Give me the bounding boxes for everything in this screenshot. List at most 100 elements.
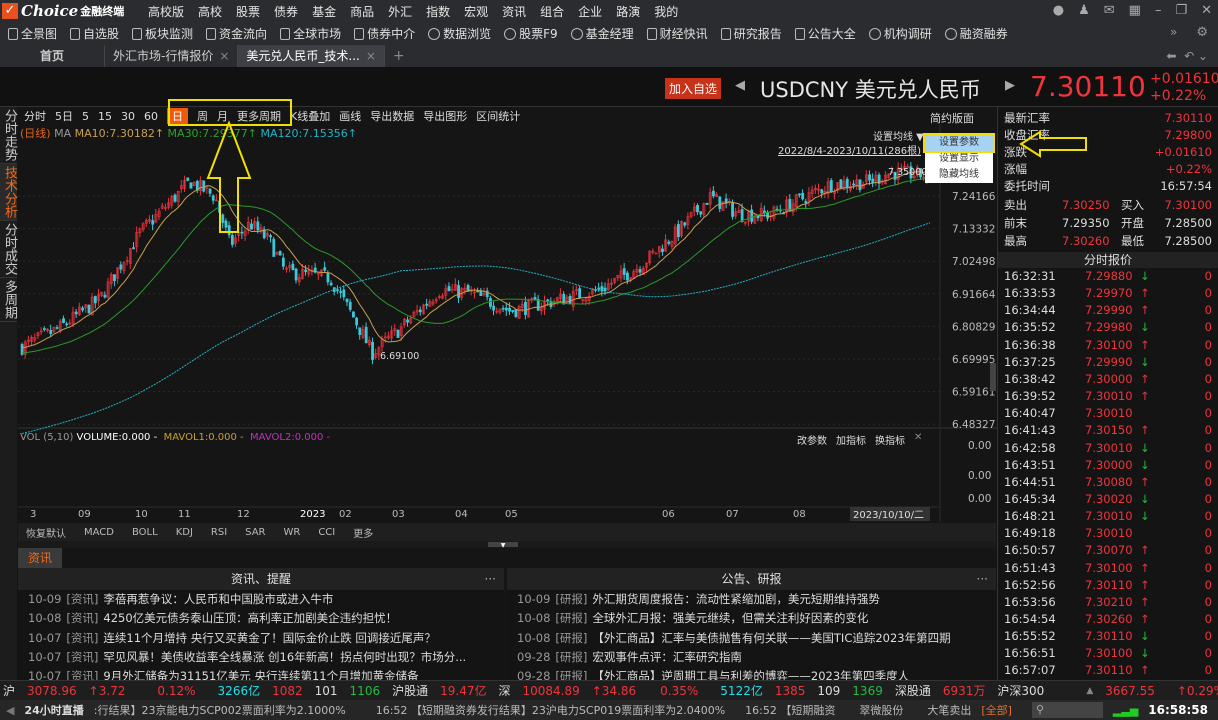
side-tab[interactable]: 技术分析 [0,164,17,221]
candle[interactable] [868,174,871,181]
candle[interactable] [638,269,642,273]
candle[interactable] [705,203,709,205]
news-title[interactable]: 【外汇商品】逆周期工具与利差的博弈——2023年第四季度人 [592,669,909,680]
add-indicator-button[interactable]: 加指标 [836,432,866,447]
candle[interactable] [272,238,276,257]
new-tab-button[interactable]: + [385,45,413,67]
side-tab[interactable]: 分时走势 [0,107,17,164]
menu-item[interactable]: 组合 [540,3,564,20]
menu-item[interactable]: 企业 [578,3,602,20]
restore-icon[interactable]: ❐ [1175,3,1187,18]
toolbar-item[interactable]: 研究报告 [720,25,782,42]
candle[interactable] [626,272,629,281]
candle[interactable] [603,287,607,291]
news-item[interactable]: 10-08 [研报] 【外汇商品】汇率与美债抛售有何关联——美国TIC追踪2023年… [507,629,996,648]
kline-chart[interactable]: 7.24166 7.13332 7.02498 6.91664 6.80829 6.699… [18,107,998,547]
news-item[interactable]: 10-07 [资讯] 罕见风暴！美债收益率全线暴涨 创16年新高！拐点何时出现？市场… [18,648,504,667]
more-icon[interactable]: ··· [977,568,988,590]
candle[interactable] [489,298,492,307]
splitter[interactable]: ▼ [18,541,996,549]
candle[interactable] [113,274,116,282]
collapse-icon[interactable]: ▼ [488,542,518,549]
speaker-icon[interactable]: ◀ [6,704,14,717]
toolbar-item[interactable]: 股票F9 [504,25,558,42]
toolbar-item[interactable]: 板块监测 [132,25,193,42]
more-icon[interactable]: » [1170,25,1177,39]
candle[interactable] [504,307,508,311]
news-item[interactable]: 10-08 [资讯] 4250亿美元债务泰山压顶：高利率正加剧美企违约担忧！ [18,609,504,628]
candle[interactable] [103,294,107,298]
mail-icon[interactable]: ✉ [1104,3,1115,18]
candle[interactable] [189,182,193,189]
candle[interactable] [132,247,136,250]
close-tab-icon[interactable]: × [366,49,376,63]
candle[interactable] [667,241,671,244]
candle[interactable] [323,267,327,271]
news-item[interactable]: 10-09 [资讯] 李蓓再惹争议：人民币和中国股市或进入牛市 [18,590,504,609]
candle[interactable] [683,222,687,226]
menu-item[interactable]: 债券 [274,3,298,20]
toolbar-item[interactable]: 全球市场 [280,25,341,42]
candle[interactable] [677,224,680,238]
candle[interactable] [230,235,234,245]
news-item[interactable]: 09-28 [研报] 【外汇商品】逆周期工具与利差的博弈——2023年第四季度人 [507,667,996,680]
live-item[interactable]: 16:52 【短期融资 [745,702,835,718]
candle[interactable] [65,323,69,326]
news-title[interactable]: 全球外汇月报：强美元继续，但需关注利好因素的变化 [592,611,868,625]
news-item[interactable]: 10-08 [研报] 全球外汇月报：强美元继续，但需关注利好因素的变化 [507,609,996,628]
toolbar-item[interactable]: 数据浏览 [428,25,491,42]
indicator-tab[interactable]: SAR [245,527,265,538]
minimize-icon[interactable]: – [1155,3,1162,18]
candle[interactable] [342,289,346,298]
toolbar-item[interactable]: 全景图 [8,25,57,42]
live-item[interactable]: 16:52 【短期融资券发行结果】23沪电力SCP019票面利率为2.0400% [376,702,725,718]
toolbar-item[interactable]: 债券中介 [354,25,415,42]
toolbar-item[interactable]: 融资融券 [944,25,1008,42]
candle[interactable] [740,209,744,222]
grid-icon[interactable]: ▦ [1129,3,1141,18]
candle[interactable] [447,286,451,292]
settings-icon[interactable]: ⚙ [1196,25,1208,40]
candle[interactable] [62,318,65,323]
live-label[interactable]: 24小时直播 [24,702,83,718]
candle[interactable] [291,263,295,271]
candle[interactable] [696,205,699,213]
candle[interactable] [524,301,527,315]
toolbar-item[interactable]: 资金流向 [206,25,267,42]
user-icon[interactable]: ♟ [1078,3,1090,18]
news-title[interactable]: 宏观事件点评：汇率研究指南 [592,650,742,664]
candle[interactable] [820,189,824,194]
chart-range-label[interactable]: 2022/8/4-2023/10/11(286根) [778,142,921,157]
change-params-button[interactable]: 改参数 [797,432,827,447]
candle[interactable] [93,296,97,304]
tab-home[interactable]: 首页 [0,45,105,67]
menu-item-hide-ma[interactable]: 隐藏均线 [925,167,993,183]
prev-symbol-icon[interactable]: ◀ [735,78,745,93]
menu-item[interactable]: 高校版 [148,3,184,20]
news-item[interactable]: 10-07 [资讯] 连续11个月增持 央行又买黄金了！国际金价止跌 回调接近尾声？ [18,629,504,648]
candle[interactable] [492,305,496,311]
menu-item[interactable]: 高校 [198,3,222,20]
candle[interactable] [256,221,260,231]
candle[interactable] [87,304,91,314]
candle[interactable] [345,298,349,303]
candle[interactable] [304,269,308,272]
add-watchlist-button[interactable]: 加入自选 [665,78,722,99]
candle[interactable] [406,319,410,323]
news-item[interactable]: 10-09 [研报] 外汇期货周度报告：流动性紧缩加剧，美元短期维持强势 [507,590,996,609]
close-icon[interactable]: ✕ [1201,3,1212,18]
news-title[interactable]: 外汇期货周度报告：流动性紧缩加剧，美元短期维持强势 [592,592,880,606]
candle[interactable] [336,289,339,292]
news-tab[interactable]: 资讯 [18,548,62,568]
candle[interactable] [43,328,46,330]
candle[interactable] [839,179,843,189]
candle[interactable] [511,310,515,312]
candle[interactable] [514,309,518,317]
toolbar-item[interactable]: 基金经理 [570,25,634,42]
close-tab-icon[interactable]: × [219,49,229,63]
candle[interactable] [871,178,875,184]
tab-usdcny-technical[interactable]: 美元兑人民币_技术... × [238,45,385,67]
menu-item[interactable]: 基金 [312,3,336,20]
news-title[interactable]: 李蓓再惹争议：人民币和中国股市或进入牛市 [103,592,333,606]
candle[interactable] [699,211,703,215]
